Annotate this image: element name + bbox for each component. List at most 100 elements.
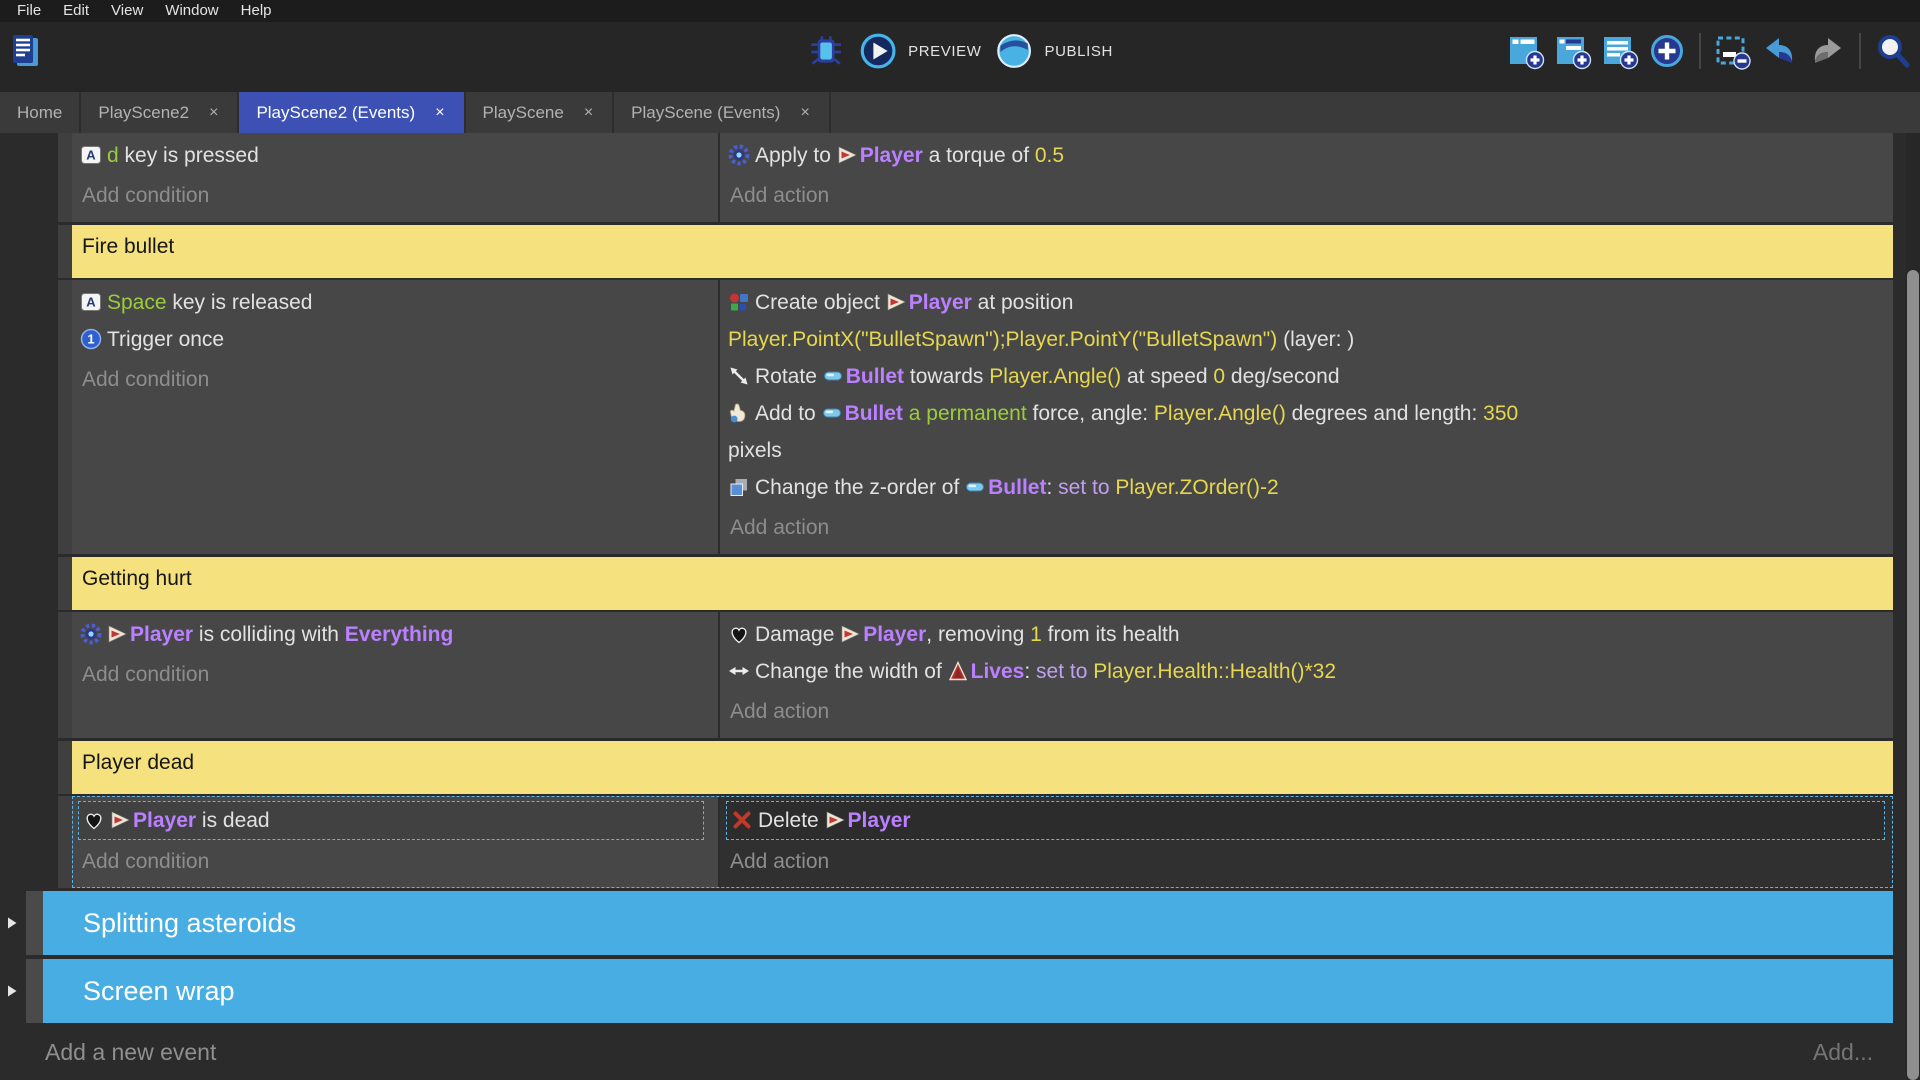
text-segment: degrees and length:	[1286, 402, 1483, 425]
add-condition-button[interactable]: Add condition	[78, 362, 714, 398]
comment-text[interactable]: Player dead	[72, 741, 1893, 794]
drag-handle[interactable]	[58, 796, 72, 888]
preview-button[interactable]: PREVIEW	[859, 32, 981, 70]
scrollbar-thumb[interactable]	[1907, 270, 1919, 1080]
remove-selection-button[interactable]	[1714, 32, 1752, 70]
add-new-event-button[interactable]: Add a new event	[45, 1039, 216, 1066]
text-segment: 350	[1483, 402, 1518, 425]
condition-instruction[interactable]: Player is dead	[78, 801, 704, 840]
app-logo-icon	[8, 33, 44, 69]
toolbar-right	[1507, 32, 1920, 70]
text-segment: 1	[1030, 623, 1042, 646]
heart-icon	[83, 809, 105, 831]
action-instruction[interactable]: Create object Player at position Player.…	[726, 284, 1889, 358]
action-instruction[interactable]: Delete Player	[726, 801, 1885, 840]
tab-playscene-events[interactable]: PlayScene (Events)×	[614, 92, 831, 133]
text-segment: a permanent	[909, 402, 1027, 425]
condition-instruction[interactable]: Player is colliding with Everything	[78, 616, 714, 653]
text-segment: Player.PointX("BulletSpawn");Player.Poin…	[728, 328, 1277, 351]
condition-instruction[interactable]: Ad key is pressed	[78, 137, 714, 174]
add-condition-button[interactable]: Add condition	[78, 657, 714, 693]
tab-close-icon[interactable]: ×	[207, 104, 220, 122]
action-instruction[interactable]: Apply to Player a torque of 0.5	[726, 137, 1889, 174]
add-more-button[interactable]: Add...	[1813, 1039, 1873, 1066]
text-segment: Bullet	[845, 402, 903, 425]
app-window: FileEditViewWindowHelp PREVIEW PUBLISH H…	[0, 0, 1920, 1080]
menu-item-window[interactable]: Window	[154, 0, 229, 22]
trigger-once-icon: 1	[80, 328, 102, 350]
condition-instruction[interactable]: 1Trigger once	[78, 321, 714, 358]
add-other-icon	[1648, 32, 1686, 70]
group-row: Splitting asteroids	[0, 891, 1893, 955]
add-condition-button[interactable]: Add condition	[78, 844, 714, 880]
comment-row: Player dead	[0, 741, 1893, 794]
collapse-arrow-icon[interactable]	[6, 984, 18, 998]
add-comment-button[interactable]	[1601, 32, 1639, 70]
tab-playscene[interactable]: PlayScene×	[466, 92, 615, 133]
tab-playscene2[interactable]: PlayScene2×	[81, 92, 239, 133]
create-object-icon	[728, 291, 750, 313]
drag-handle[interactable]	[58, 741, 72, 794]
text-segment: set to	[1058, 476, 1109, 499]
drag-handle[interactable]	[58, 133, 72, 222]
tab-label: PlayScene2 (Events)	[256, 103, 415, 123]
action-instruction[interactable]: Add to Bullet a permanent force, angle: …	[726, 395, 1889, 469]
add-condition-button[interactable]: Add condition	[78, 178, 714, 214]
conditions-cell: Player is dead Add condition	[72, 796, 720, 888]
action-instruction[interactable]: Damage Player, removing 1 from its healt…	[726, 616, 1889, 653]
z-order-icon	[728, 476, 750, 498]
add-action-button[interactable]: Add action	[726, 178, 1889, 214]
width-icon	[728, 660, 750, 682]
group-title[interactable]: Splitting asteroids	[43, 891, 1893, 955]
text-segment: :	[1024, 660, 1036, 683]
publish-button[interactable]: PUBLISH	[996, 32, 1113, 70]
drag-handle[interactable]	[58, 225, 72, 278]
undo-button[interactable]	[1761, 32, 1799, 70]
collapse-arrow-icon[interactable]	[6, 916, 18, 930]
add-subevent-button[interactable]	[1554, 32, 1592, 70]
add-action-button[interactable]: Add action	[726, 510, 1889, 546]
text-segment: Player.Health::Health()*32	[1093, 660, 1336, 683]
condition-instruction[interactable]: ASpace key is released	[78, 284, 714, 321]
player-ship-icon	[886, 292, 906, 312]
menu-item-view[interactable]: View	[100, 0, 154, 22]
tab-close-icon[interactable]: ×	[582, 104, 595, 122]
drag-handle[interactable]	[26, 891, 43, 955]
tab-playscene2-events[interactable]: PlayScene2 (Events) ×	[239, 92, 465, 133]
group-gutter	[0, 959, 26, 1023]
text-segment: Player.ZOrder()-2	[1115, 476, 1278, 499]
debug-button[interactable]	[807, 32, 845, 70]
action-instruction[interactable]: Rotate Bullet towards Player.Angle() at …	[726, 358, 1889, 395]
add-action-button[interactable]: Add action	[726, 694, 1889, 730]
group-title[interactable]: Screen wrap	[43, 959, 1893, 1023]
drag-handle[interactable]	[58, 612, 72, 738]
row-gutter	[0, 557, 58, 610]
tab-home[interactable]: Home	[0, 92, 81, 133]
comment-text[interactable]: Getting hurt	[72, 557, 1893, 610]
comment-text[interactable]: Fire bullet	[72, 225, 1893, 278]
action-instruction[interactable]: Change the z-order of Bullet: set to Pla…	[726, 469, 1889, 506]
publish-label: PUBLISH	[1045, 43, 1113, 60]
text-segment: set to	[1036, 660, 1087, 683]
delete-icon	[731, 809, 753, 831]
drag-handle[interactable]	[26, 959, 43, 1023]
tab-close-icon[interactable]: ×	[798, 104, 811, 122]
text-segment: Space	[107, 291, 167, 314]
text-segment: deg/second	[1225, 365, 1339, 388]
search-button[interactable]	[1874, 32, 1912, 70]
menu-item-help[interactable]: Help	[230, 0, 283, 22]
drag-handle[interactable]	[58, 280, 72, 554]
menu-item-file[interactable]: File	[6, 0, 52, 22]
action-instruction[interactable]: Change the width of Lives: set to Player…	[726, 653, 1889, 690]
text-segment: Change the z-order of	[755, 476, 965, 499]
add-action-button[interactable]: Add action	[726, 844, 1889, 880]
drag-handle[interactable]	[58, 557, 72, 610]
add-event-button[interactable]	[1507, 32, 1545, 70]
redo-button[interactable]	[1808, 32, 1846, 70]
menu-item-edit[interactable]: Edit	[52, 0, 100, 22]
add-event-icon	[1507, 32, 1545, 70]
text-segment: Change the width of	[755, 660, 948, 683]
add-other-button[interactable]	[1648, 32, 1686, 70]
keyboard-icon: A	[80, 291, 102, 313]
tab-close-icon[interactable]: ×	[433, 104, 446, 122]
